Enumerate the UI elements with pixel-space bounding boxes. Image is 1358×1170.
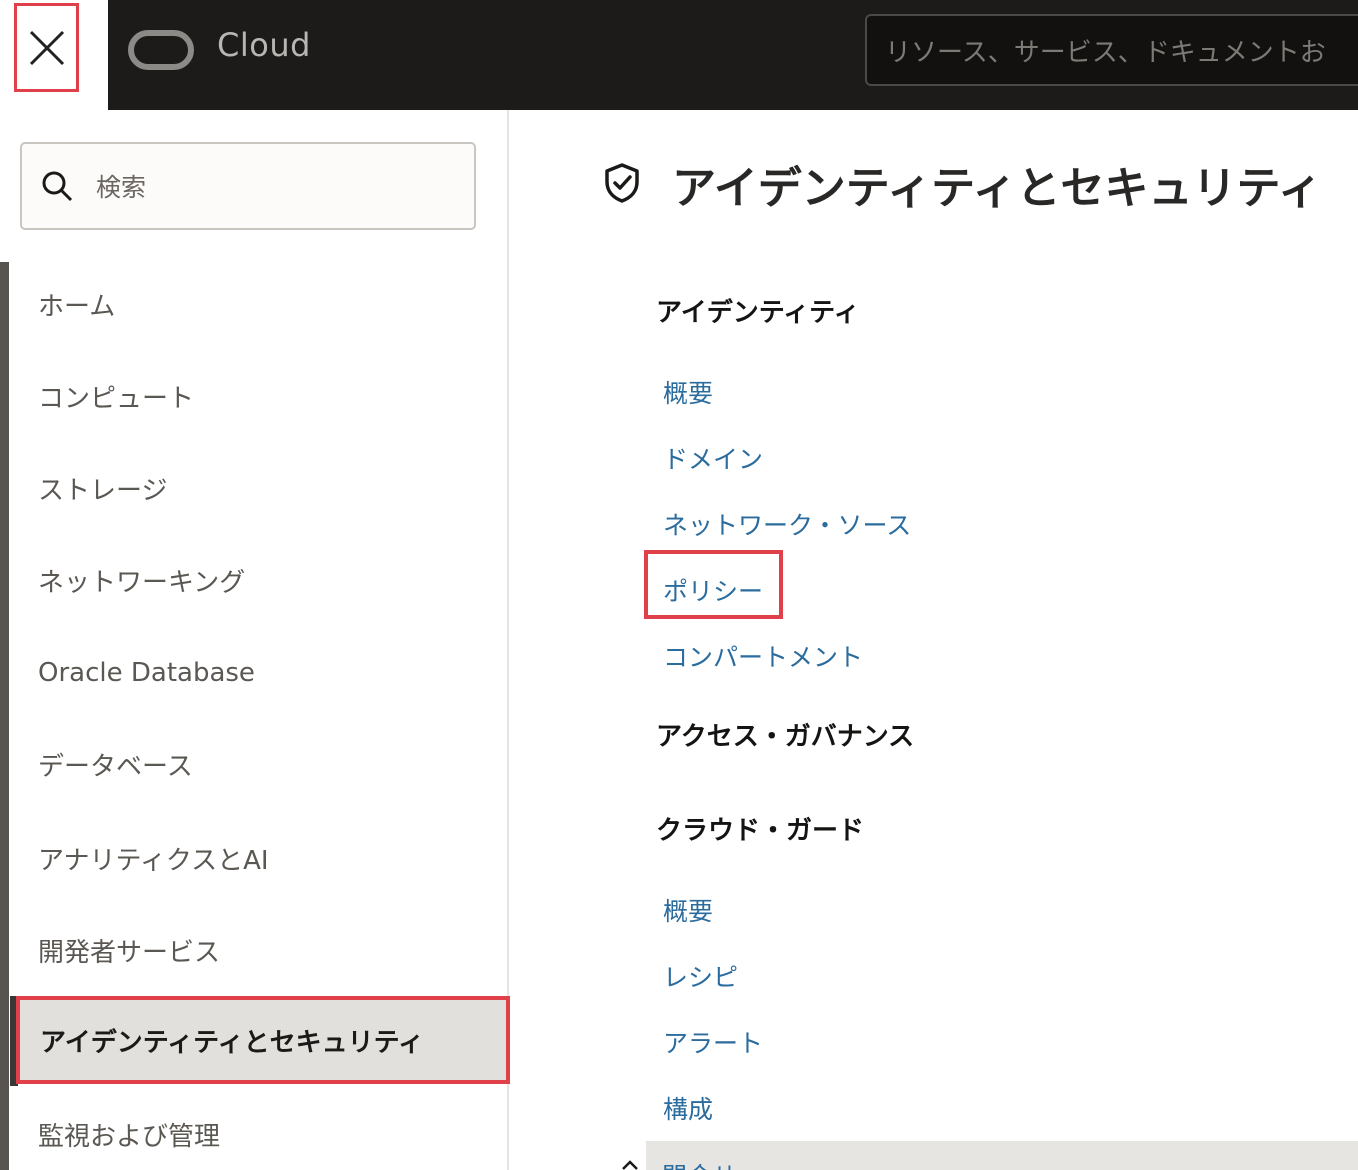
oracle-logo-icon[interactable] <box>128 30 194 70</box>
link-alerts[interactable]: アラート <box>663 1024 763 1060</box>
nav-item-databases[interactable]: データベース <box>38 746 193 783</box>
nav-item-oracle-database[interactable]: Oracle Database <box>38 658 255 688</box>
search-icon <box>42 171 73 202</box>
link-identity-overview[interactable]: 概要 <box>663 374 713 410</box>
nav-item-storage[interactable]: ストレージ <box>38 470 167 507</box>
link-recipes[interactable]: レシピ <box>663 958 738 994</box>
section-heading-identity: アイデンティティ <box>656 298 860 328</box>
section-heading-access-governance[interactable]: アクセス・ガバナンス <box>656 716 914 753</box>
link-configuration[interactable]: 構成 <box>663 1090 713 1126</box>
link-query[interactable]: 問合せ <box>662 1157 737 1170</box>
nav-item-developer-services[interactable]: 開発者サービス <box>38 932 220 969</box>
link-domains[interactable]: ドメイン <box>663 440 763 476</box>
link-network-sources[interactable]: ネットワーク・ソース <box>663 506 911 542</box>
chevron-up-icon <box>622 1160 638 1170</box>
nav-item-networking[interactable]: ネットワーキング <box>38 562 245 599</box>
menu-search-placeholder: 検索 <box>96 173 147 202</box>
shield-icon <box>605 163 639 203</box>
link-cloud-guard-overview[interactable]: 概要 <box>663 892 713 928</box>
global-search-input[interactable]: リソース、サービス、ドキュメントお <box>865 14 1358 86</box>
nav-item-home[interactable]: ホーム <box>38 286 115 323</box>
nav-item-analytics-ai[interactable]: アナリティクスとAI <box>38 840 269 877</box>
nav-item-identity-security[interactable]: アイデンティティとセキュリティ <box>16 996 510 1084</box>
section-heading-cloud-guard: クラウド・ガード <box>656 816 865 846</box>
navigation-menu: 検索 ホーム コンピュート ストレージ ネットワーキング Oracle Data… <box>0 110 510 1170</box>
brand-label[interactable]: Cloud <box>217 26 311 64</box>
link-policies[interactable]: ポリシー <box>663 572 763 608</box>
close-menu-button[interactable] <box>14 3 79 92</box>
page-title: アイデンティティとセキュリティ <box>672 163 1322 214</box>
console-window: Cloud リソース、サービス、ドキュメントお 検索 ホーム コンピュート スト… <box>0 0 1358 1170</box>
menu-search-input[interactable]: 検索 <box>20 142 476 230</box>
close-icon <box>29 30 64 65</box>
nav-item-observability[interactable]: 監視および管理 <box>38 1116 220 1153</box>
link-compartments[interactable]: コンパートメント <box>663 638 863 674</box>
menu-scrollbar[interactable] <box>0 262 9 1170</box>
hovered-link-row[interactable]: 問合せ <box>646 1141 1358 1170</box>
nav-item-compute[interactable]: コンピュート <box>38 378 194 415</box>
